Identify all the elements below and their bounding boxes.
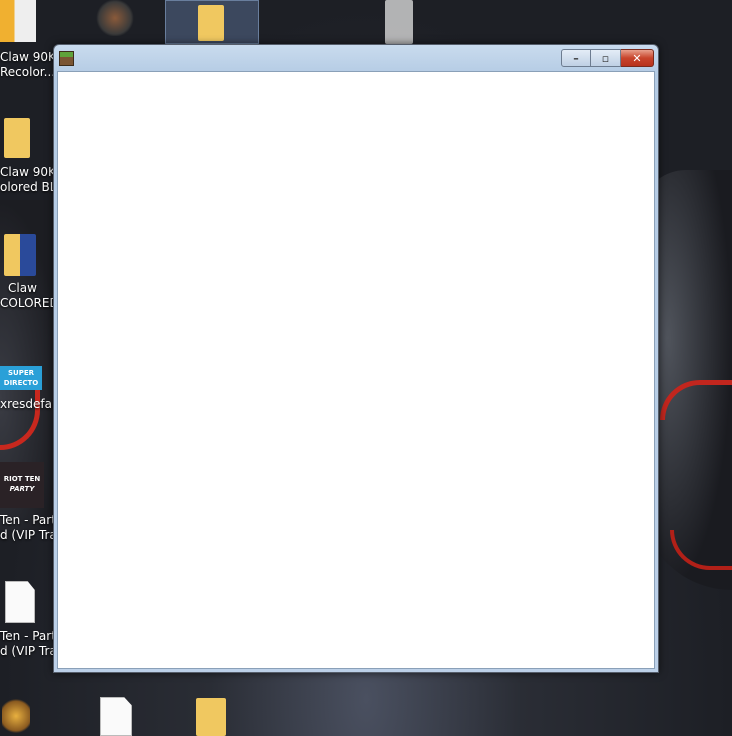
minecraft-grass-block-icon: [59, 51, 74, 66]
maximize-icon: ▫: [601, 51, 610, 65]
folder-icon[interactable]: [4, 234, 36, 276]
folder-icon[interactable]: [196, 698, 226, 736]
folder-icon: [198, 5, 224, 41]
maximize-button[interactable]: ▫: [591, 49, 621, 67]
zip-file-icon[interactable]: [0, 0, 36, 42]
close-button[interactable]: ✕: [621, 49, 654, 67]
desktop-icon-label[interactable]: Claw COLORED: [0, 281, 59, 311]
close-icon: ✕: [632, 51, 642, 65]
minimize-icon: –: [573, 51, 579, 65]
title-bar[interactable]: – ▫ ✕: [54, 45, 658, 71]
image-thumbnail[interactable]: RIOT TEN PARTY: [0, 462, 44, 508]
app-window: – ▫ ✕: [53, 44, 659, 673]
desktop-icon-selected[interactable]: [165, 0, 259, 44]
desktop-icon-label[interactable]: Ten - Part d (VIP Tra.: [0, 513, 61, 543]
file-icon[interactable]: [100, 697, 132, 736]
image-thumbnail[interactable]: SUPER DIRECTO: [0, 366, 42, 390]
desktop-icon-label[interactable]: Claw 90K Recolor...: [0, 50, 56, 80]
desktop-icon-label[interactable]: Ten - Part d (VIP Tra.: [0, 629, 61, 659]
wallpaper-road-marking: [385, 0, 413, 44]
minimize-button[interactable]: –: [561, 49, 591, 67]
character-icon[interactable]: [2, 696, 30, 736]
window-client-area[interactable]: [57, 71, 655, 669]
character-icon[interactable]: [95, 0, 135, 36]
folder-icon[interactable]: [4, 118, 30, 158]
file-icon[interactable]: [5, 581, 35, 623]
